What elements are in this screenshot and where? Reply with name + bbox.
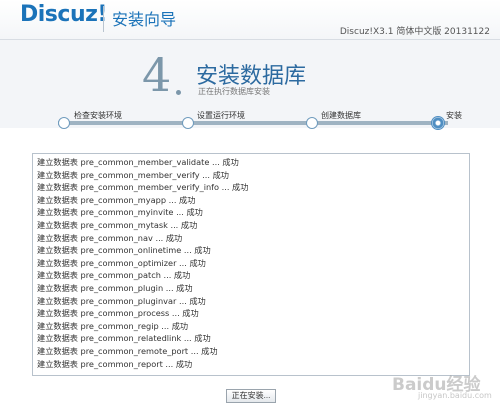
step-label-check-env: 检查安装环境 [74,111,122,120]
log-line: 建立数据表 pre_common_mytask ... 成功 [37,219,198,230]
log-line: 建立数据表 pre_common_plugin ... 成功 [37,282,193,293]
step-number-dot [176,90,181,95]
log-line: 建立数据表 pre_common_onlinetime ... 成功 [37,245,211,256]
progress-fill [58,121,448,125]
log-line: 建立数据表 pre_common_process ... 成功 [37,308,199,319]
log-line: 建立数据表 pre_common_myinvite ... 成功 [37,207,203,218]
step-label-install: 安装 [446,111,462,120]
log-line: 建立数据表 pre_common_remote_port ... 成功 [37,345,218,356]
logo-divider [103,6,104,32]
step-number: 4 [142,48,172,102]
step-node-setup-env [182,117,194,129]
log-line: 建立数据表 pre_common_member_verify ... 成功 [37,169,229,180]
header-bar: Discuz! 安装向导 Discuz!X3.1 简体中文版 20131122 [0,0,500,40]
log-line: 建立数据表 pre_common_nav ... 成功 [37,232,183,243]
step-node-install-active [431,116,445,130]
log-line: 建立数据表 pre_common_report ... 成功 [37,358,193,369]
baidu-watermark-url: jingyan.baidu.com [418,391,492,400]
install-log[interactable]: 建立数据表 pre_common_member_validate ... 成功建… [32,153,470,376]
log-line: 建立数据表 pre_common_regip ... 成功 [37,320,189,331]
installing-button[interactable]: 正在安装... [226,389,276,403]
log-line: 建立数据表 pre_common_relatedlink ... 成功 [37,333,211,344]
step-subtitle: 正在执行数据库安装 [198,87,270,96]
version-text: Discuz!X3.1 简体中文版 20131122 [339,27,490,37]
log-line: 建立数据表 pre_common_member_verify_info ... … [37,182,249,193]
log-line: 建立数据表 pre_common_pluginvar ... 成功 [37,295,206,306]
step-node-create-db [306,117,318,129]
log-line: 建立数据表 pre_common_optimizer ... 成功 [37,257,206,268]
step-label-create-db: 创建数据库 [321,111,361,120]
log-line: 建立数据表 pre_common_myapp ... 成功 [37,194,196,205]
step-node-check-env [58,117,70,129]
step-label-setup-env: 设置运行环境 [197,111,245,120]
header-title: 安装向导 [112,10,177,29]
log-line: 建立数据表 pre_common_patch ... 成功 [37,270,191,281]
discuz-logo: Discuz! [20,2,107,27]
log-line: 建立数据表 pre_common_member_validate ... 成功 [37,157,239,167]
